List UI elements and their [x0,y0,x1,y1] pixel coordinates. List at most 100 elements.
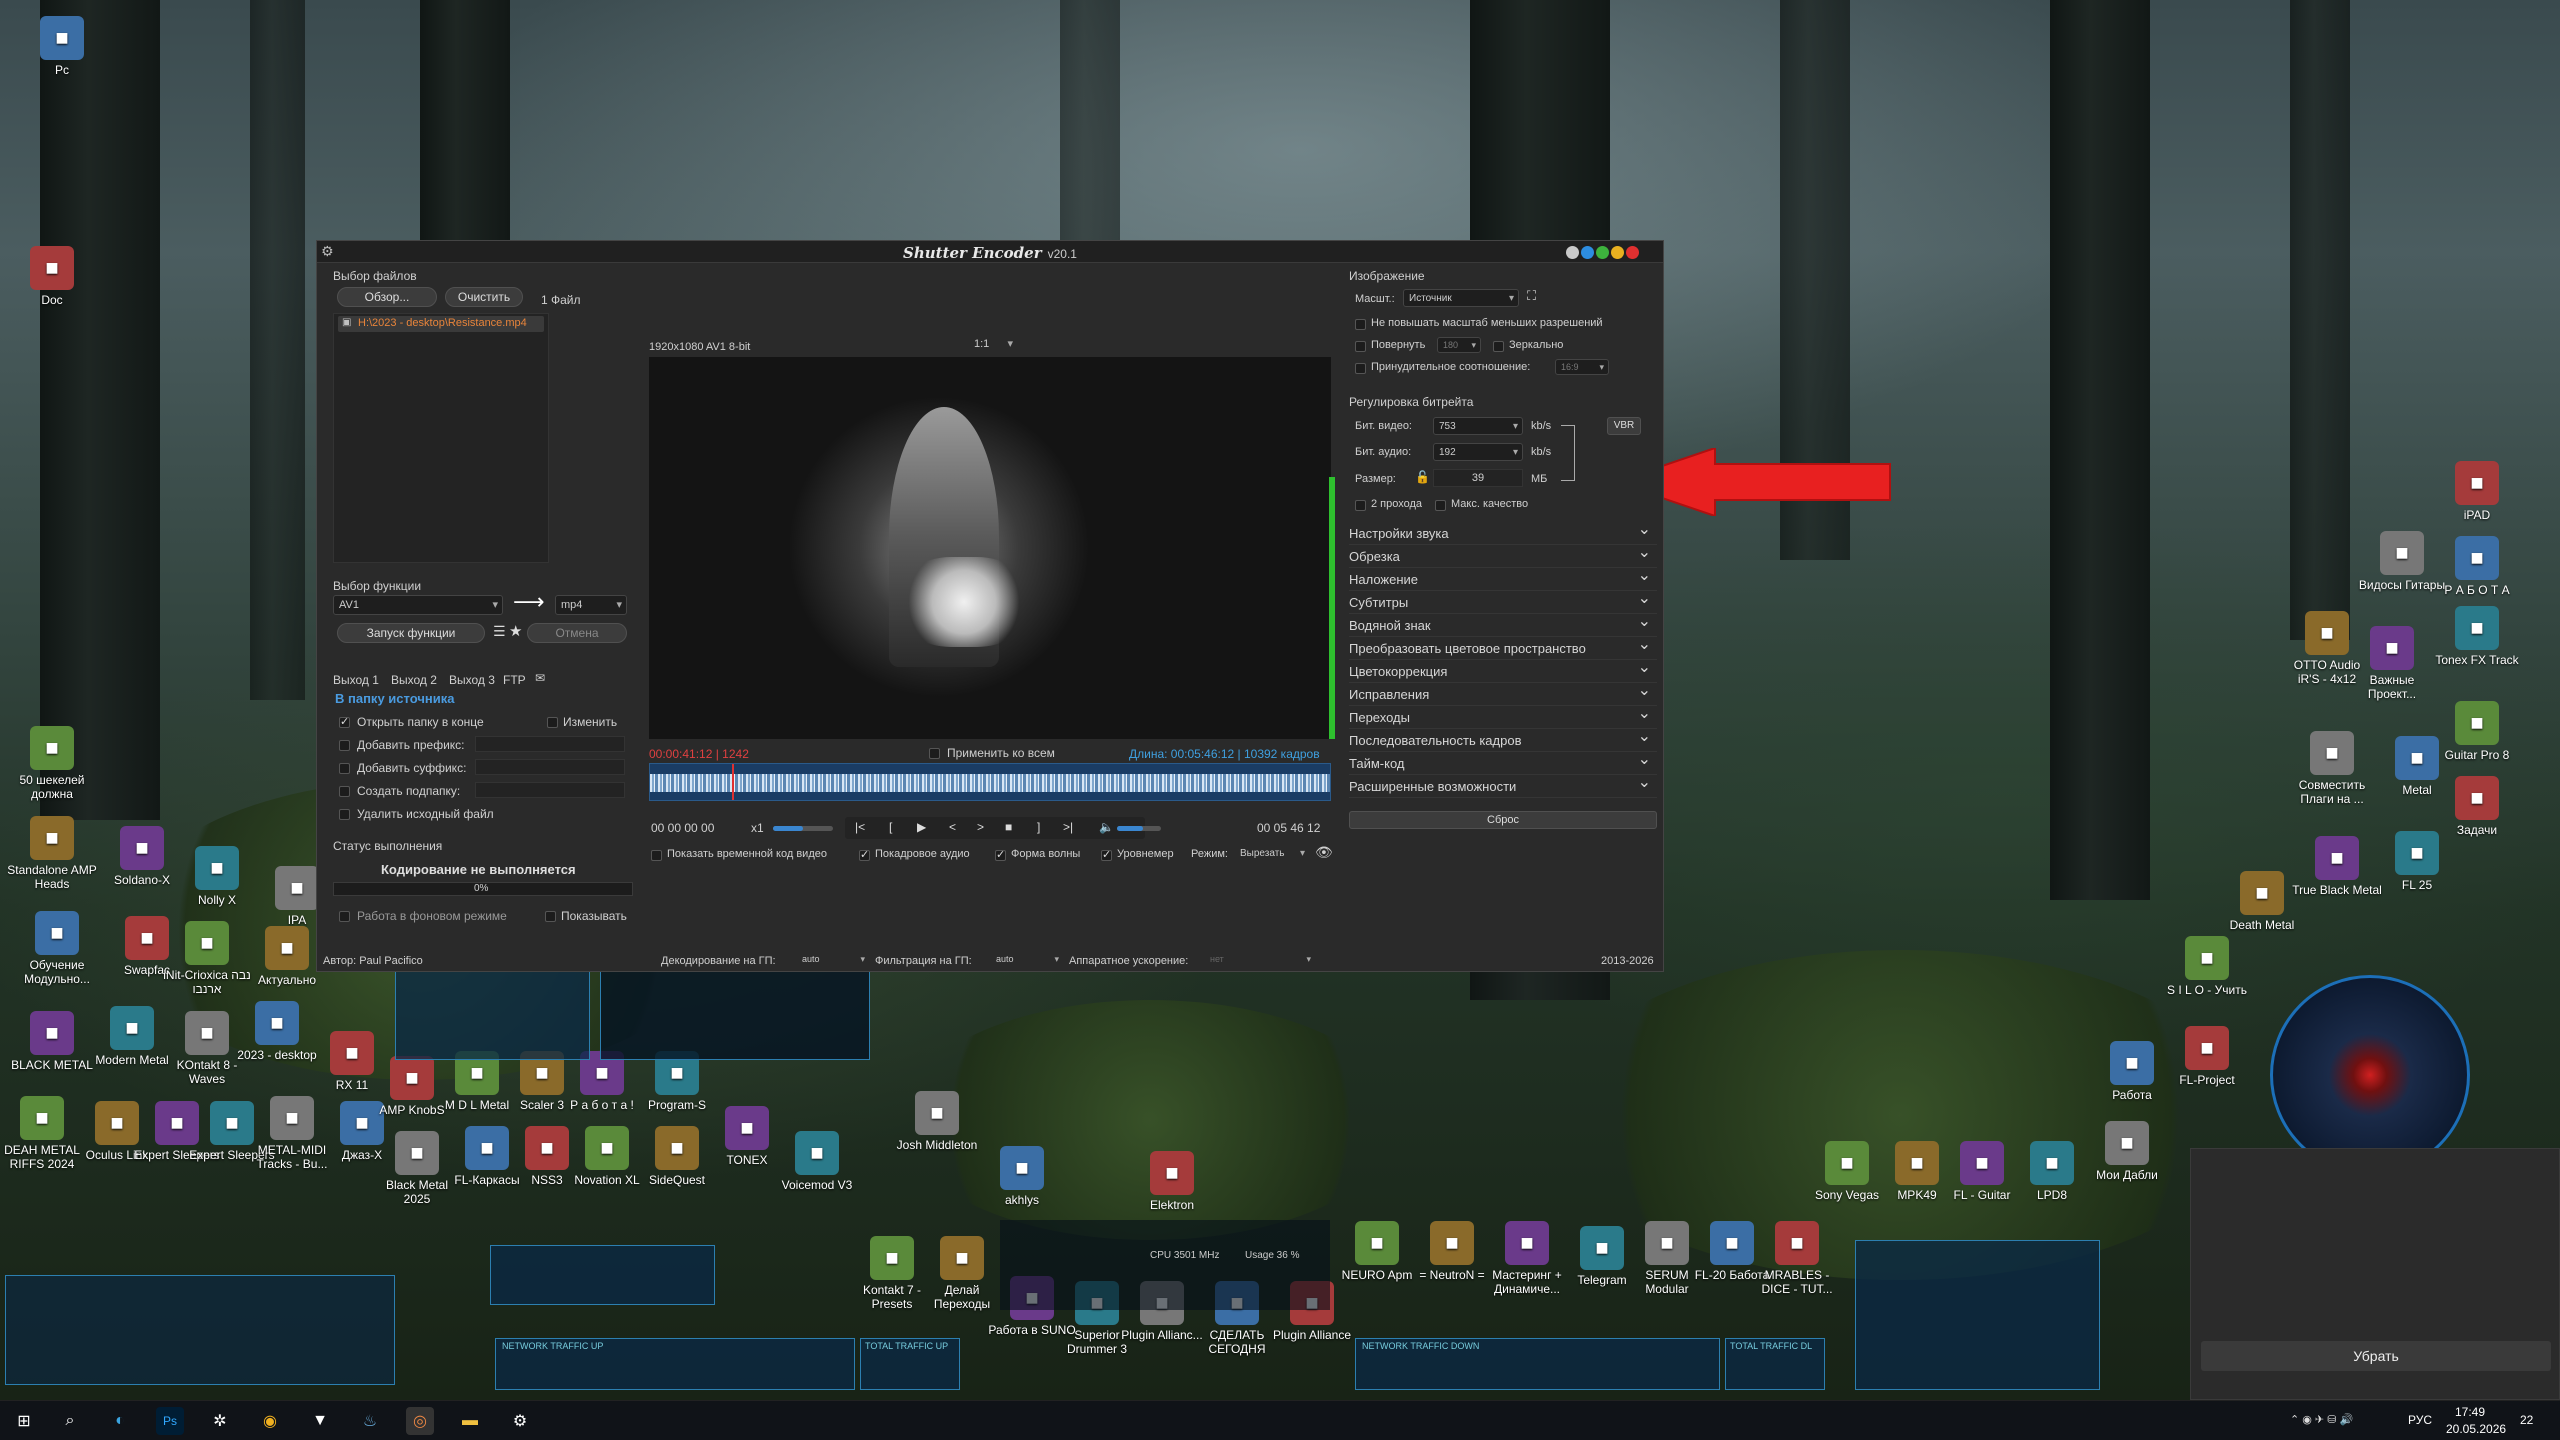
tab-ftp[interactable]: FTP [503,673,526,687]
desktop-icon[interactable]: ■ Tonex FX Track [2432,606,2522,667]
desktop-icon[interactable]: ■ FL-Project [2162,1026,2252,1087]
transport-controls[interactable]: |< [ ▶ < > ■ ] >| 🔈 [845,817,1145,839]
chrome-icon[interactable]: ◉ [256,1407,284,1435]
audio-bitrate-select[interactable]: 192 [1433,443,1523,462]
clock-date[interactable]: 20.05.2026 [2446,1422,2506,1436]
dismiss-button[interactable]: Убрать [2201,1341,2551,1371]
timecode-out[interactable]: 00 05 46 12 [1257,821,1320,835]
desktop-icon[interactable]: ■ MRABLES - DICE - TUT... [1752,1221,1842,1296]
clock-time[interactable]: 17:49 [2455,1405,2485,1419]
prefix-checkbox[interactable] [339,740,350,751]
steam-icon[interactable]: ♨ [356,1407,384,1435]
timecode-in[interactable]: 00 00 00 00 [651,821,714,835]
search-icon[interactable]: ⌕ [56,1407,84,1435]
file-list-item[interactable]: ▣ H:\2023 - desktop\Resistance.mp4 [338,316,544,332]
photoshop-icon[interactable]: Ps [156,1407,184,1435]
go-end-icon[interactable]: >| [1063,820,1073,834]
edge-icon[interactable]: ◐ [106,1407,134,1435]
maximize-button[interactable] [1611,246,1624,259]
eye-icon[interactable]: 👁 [1315,844,1333,861]
play-icon[interactable]: ▶ [917,820,926,834]
start-function-button[interactable]: Запуск функции [337,623,485,643]
section-header[interactable]: Наложение [1349,565,1657,591]
two-pass-checkbox[interactable] [1355,500,1366,511]
size-input[interactable]: 39 [1433,469,1523,487]
desktop-icon[interactable]: ■ Guitar Pro 8 [2432,701,2522,762]
rotate-select[interactable]: 180 [1437,337,1481,353]
tab-output-3[interactable]: Выход 3 [449,673,495,687]
desktop-icon[interactable]: ■ 50 шекелей должна [7,726,97,801]
shutter-encoder-taskbar-icon[interactable]: ◎ [406,1407,434,1435]
subfolder-checkbox[interactable] [339,786,350,797]
language-indicator[interactable]: РУС [2408,1413,2432,1427]
cancel-button[interactable]: Отмена [527,623,627,643]
force-ratio-checkbox[interactable] [1355,363,1366,374]
section-header[interactable]: Переходы [1349,703,1657,729]
stop-icon[interactable]: ■ [1005,820,1012,834]
section-header[interactable]: Последовательность кадров [1349,726,1657,752]
change-checkbox[interactable] [547,717,558,728]
section-header[interactable]: Водяной знак [1349,611,1657,637]
mirror-checkbox[interactable] [1493,341,1504,352]
lock-icon[interactable]: 🔓 [1415,470,1430,484]
fox-icon[interactable]: ▼ [306,1407,334,1435]
browse-button[interactable]: Обзор... [337,287,437,307]
volume-slider[interactable] [1117,826,1161,831]
close-button[interactable] [1626,246,1639,259]
mark-in-icon[interactable]: [ [889,820,892,834]
apply-all-checkbox[interactable] [929,748,940,759]
list-icon[interactable]: ☰ [493,623,506,640]
mode-select[interactable]: Вырезать [1235,845,1309,863]
prev-frame-icon[interactable]: < [949,820,956,834]
info-button[interactable] [1566,246,1579,259]
speed-slider[interactable] [773,826,833,831]
desktop-icon[interactable]: ■ S I L O - Учить [2162,936,2252,997]
desktop-icon[interactable]: ■ iPAD [2432,461,2522,522]
delete-source-checkbox[interactable] [339,809,350,820]
playhead[interactable] [732,764,734,800]
desktop-icon[interactable]: ■ BLACK METAL [7,1011,97,1072]
desktop-icon[interactable]: ■ Program-S [632,1051,722,1112]
screenshot-icon[interactable]: ⛶ [1527,288,1536,304]
app-icon[interactable]: ✲ [206,1407,234,1435]
tray-icons[interactable]: ⌃ ◉ ✈ ⛁ 🔊 [2290,1413,2353,1426]
rotate-checkbox[interactable] [1355,341,1366,352]
section-header[interactable]: Обрезка [1349,542,1657,568]
file-explorer-icon[interactable]: ▬ [456,1407,484,1435]
section-header[interactable]: Преобразовать цветовое пространство [1349,634,1657,660]
waveform-timeline[interactable] [649,763,1331,801]
mail-icon[interactable]: ✉ [535,671,545,685]
container-select[interactable]: mp4 [555,595,627,615]
waveform-checkbox[interactable] [995,848,1006,861]
file-list[interactable]: ▣ H:\2023 - desktop\Resistance.mp4 [333,313,549,563]
show-checkbox[interactable] [545,911,556,922]
desktop-icon[interactable]: ■ Важные Проект... [2347,626,2437,701]
clear-button[interactable]: Очистить [445,287,523,307]
next-frame-icon[interactable]: > [977,820,984,834]
level-meter-checkbox[interactable] [1101,848,1112,861]
function-select[interactable]: AV1 [333,595,503,615]
zoom-select[interactable]: 1:1 [969,337,1017,353]
suffix-input[interactable] [475,759,625,775]
desktop-icon[interactable]: ■ Elektron [1127,1151,1217,1212]
show-timecode-checkbox[interactable] [651,850,662,861]
no-upscale-checkbox[interactable] [1355,319,1366,330]
section-header[interactable]: Настройки звука [1349,519,1657,545]
minimize-button[interactable] [1596,246,1609,259]
desktop-icon[interactable]: ■ Nolly X [172,846,262,907]
destination-label[interactable]: В папку источника [335,691,454,706]
section-header[interactable]: Исправления [1349,680,1657,706]
section-header[interactable]: Тайм-код [1349,749,1657,775]
prefix-input[interactable] [475,736,625,752]
suffix-checkbox[interactable] [339,763,350,774]
volume-icon[interactable]: 🔈 [1099,820,1114,834]
star-icon[interactable]: ★ [509,622,522,640]
video-preview[interactable] [649,357,1331,739]
hw-accel-select[interactable]: нет [1205,952,1315,968]
frame-audio-checkbox[interactable] [859,848,870,861]
desktop-icon[interactable]: ■ Обучение Модульно... [12,911,102,986]
desktop-icon[interactable]: ■ Совместить Плаги на ... [2287,731,2377,806]
gpu-filter-select[interactable]: auto [991,952,1063,968]
subfolder-input[interactable] [475,782,625,798]
desktop-icon[interactable]: ■ iNit-Crioxica נבה ארנבו [162,921,252,996]
